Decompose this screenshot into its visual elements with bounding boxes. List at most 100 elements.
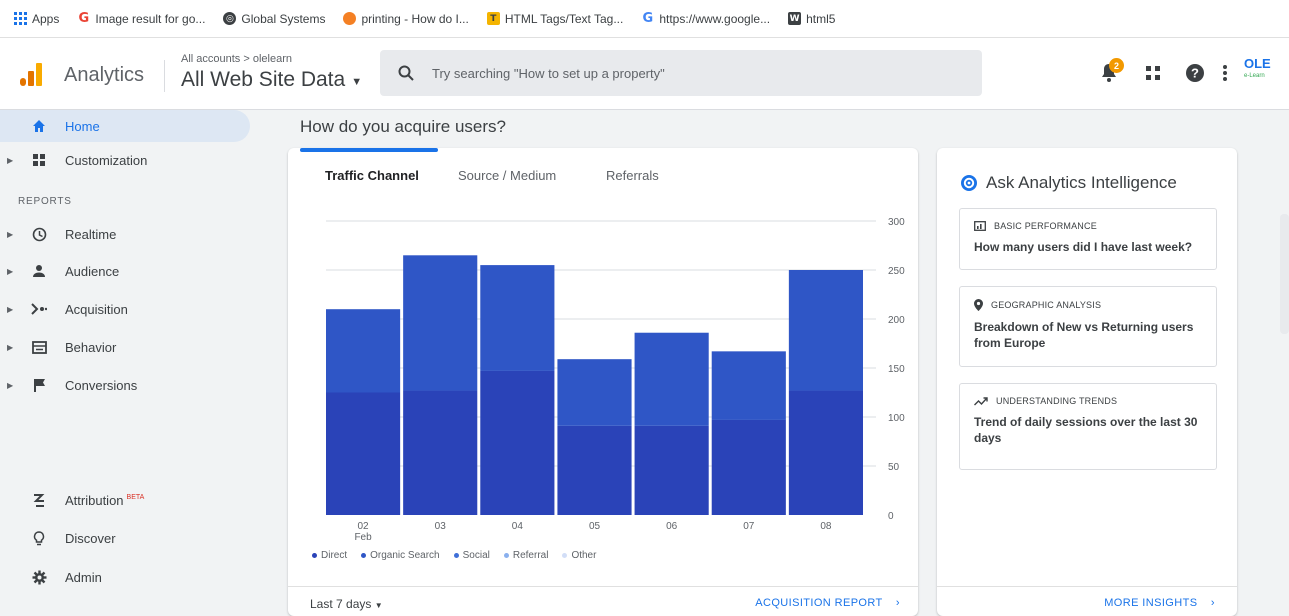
x-tick-label: 02 <box>358 521 370 532</box>
app-name: Analytics <box>64 64 145 86</box>
bar-organic-search <box>326 309 401 393</box>
flag-icon <box>30 376 48 394</box>
expand-arrow-icon: ▶ <box>7 155 14 165</box>
x-tick-label: 04 <box>512 521 524 532</box>
search-placeholder: Try searching "How to set up a property" <box>432 65 665 81</box>
bar-direct <box>557 425 632 515</box>
bookmark-apps[interactable]: Apps <box>14 12 59 26</box>
bookmark-label: HTML Tags/Text Tag... <box>504 11 624 26</box>
bar-organic-search <box>634 332 709 426</box>
legend-label: Direct <box>321 550 348 561</box>
sidebar-item-audience[interactable]: ▶ Audience <box>0 255 250 287</box>
search-input[interactable]: Try searching "How to set up a property" <box>380 50 982 96</box>
google-icon: G <box>78 11 90 26</box>
apps-grid-icon <box>14 12 27 25</box>
notification-badge: 2 <box>1109 58 1124 73</box>
insight-card[interactable]: GEOGRAPHIC ANALYSIS Breakdown of New vs … <box>959 286 1217 367</box>
apps-button[interactable] <box>1142 62 1164 84</box>
bar-organic-search <box>403 255 478 391</box>
globe-icon: ◎ <box>223 12 237 25</box>
property-name: All Web Site Data <box>181 68 346 91</box>
date-range-selector[interactable]: Last 7 days ▼ <box>310 597 383 611</box>
sidebar-item-label: Conversions <box>65 377 138 393</box>
sidebar-item-attribution[interactable]: Attribution BETA <box>0 484 250 516</box>
x-tick-label: 03 <box>435 521 447 532</box>
x-tick-label: Feb <box>354 532 372 543</box>
legend-swatch <box>312 553 317 558</box>
bookmark-google-url[interactable]: G https://www.google... <box>641 11 771 26</box>
bookmark-html-tags[interactable]: T HTML Tags/Text Tag... <box>486 11 624 26</box>
card-accent-bar <box>300 148 438 152</box>
tab-referrals[interactable]: Referrals <box>606 168 659 183</box>
legend-item[interactable]: Social <box>453 550 490 561</box>
sidebar-item-label-wrap: Attribution BETA <box>65 493 144 508</box>
behavior-icon <box>30 338 48 356</box>
bookmark-label: Global Systems <box>241 11 326 26</box>
legend-item[interactable]: Direct <box>312 550 347 561</box>
sidebar-item-discover[interactable]: Discover <box>0 522 250 554</box>
legend-item[interactable]: Referral <box>503 550 549 561</box>
legend-label: Organic Search <box>370 550 440 561</box>
sidebar-item-label: Acquisition <box>65 301 128 317</box>
scrollbar[interactable] <box>1280 214 1289 334</box>
sidebar-item-conversions[interactable]: ▶ Conversions <box>0 369 250 401</box>
more-insights-label: MORE INSIGHTS <box>1104 597 1198 609</box>
tab-traffic-channel[interactable]: Traffic Channel <box>325 168 419 183</box>
performance-icon <box>974 221 986 231</box>
account-avatar[interactable]: OLE e-Learn <box>1244 56 1271 82</box>
sidebar-item-label: Attribution <box>65 492 124 508</box>
sidebar-item-label: Behavior <box>65 339 117 355</box>
insight-category-text: UNDERSTANDING TRENDS <box>996 396 1118 406</box>
property-selector[interactable]: All Web Site Data ▼ <box>181 68 362 92</box>
analytics-logo-icon[interactable] <box>18 62 44 88</box>
acquisition-report-link[interactable]: ACQUISITION REPORT › <box>755 597 900 609</box>
legend-item[interactable]: Other <box>562 550 596 561</box>
bookmark-label: printing - How do I... <box>361 11 469 26</box>
insights-card-footer: MORE INSIGHTS › <box>937 586 1237 616</box>
bookmark-image-result[interactable]: G Image result for go... <box>77 11 206 26</box>
bar-direct <box>403 390 478 515</box>
y-tick-label: 200 <box>888 315 905 326</box>
intelligence-icon <box>961 175 977 191</box>
bookmark-html5[interactable]: W html5 <box>788 12 835 26</box>
more-insights-link[interactable]: MORE INSIGHTS › <box>1104 597 1215 609</box>
insight-category-text: GEOGRAPHIC ANALYSIS <box>991 300 1102 310</box>
more-vertical-icon <box>1223 65 1227 81</box>
y-tick-label: 250 <box>888 266 905 277</box>
sidebar-item-realtime[interactable]: ▶ Realtime <box>0 218 250 250</box>
bar-organic-search <box>480 265 555 371</box>
sidebar-item-customization[interactable]: ▶ Customization <box>0 144 250 176</box>
clock-icon <box>30 225 48 243</box>
bar-organic-search <box>557 359 632 426</box>
bookmark-global-systems[interactable]: ◎ Global Systems <box>223 12 325 26</box>
legend-item[interactable]: Organic Search <box>361 550 440 561</box>
y-tick-label: 300 <box>888 217 905 228</box>
legend-label: Referral <box>512 550 549 561</box>
sidebar-item-acquisition[interactable]: ▶ Acquisition <box>0 293 250 325</box>
sidebar-item-label: Home <box>65 118 100 134</box>
notifications-button[interactable]: 2 <box>1098 58 1124 84</box>
bookmark-label: Apps <box>32 11 60 26</box>
bar-direct <box>634 425 709 515</box>
bar-organic-search <box>711 351 786 420</box>
insight-card[interactable]: UNDERSTANDING TRENDS Trend of daily sess… <box>959 383 1217 470</box>
sidebar-item-admin[interactable]: Admin <box>0 561 250 593</box>
insight-question: Breakdown of New vs Returning users from… <box>974 320 1194 350</box>
x-tick-label: 06 <box>666 521 678 532</box>
traffic-chart: 0 50 100 150 200 250 300 02Feb 03 04 05 06 07 08 <box>326 217 905 543</box>
breadcrumb[interactable]: All accounts > olelearn <box>181 53 292 65</box>
help-button[interactable]: ? <box>1184 62 1206 84</box>
sidebar-item-behavior[interactable]: ▶ Behavior <box>0 331 250 363</box>
sidebar-item-home[interactable]: Home <box>0 110 250 142</box>
bookmark-printing[interactable]: printing - How do I... <box>343 11 469 26</box>
insight-card[interactable]: BASIC PERFORMANCE How many users did I h… <box>959 208 1217 270</box>
insight-category: UNDERSTANDING TRENDS <box>974 396 1202 406</box>
more-options-button[interactable] <box>1214 62 1236 84</box>
tab-source-medium[interactable]: Source / Medium <box>458 168 556 183</box>
expand-arrow-icon: ▶ <box>7 266 14 276</box>
trend-icon <box>974 396 988 405</box>
app-header: Analytics All accounts > olelearn All We… <box>0 38 1289 110</box>
account-logo-text: OLE <box>1244 56 1271 71</box>
expand-arrow-icon: ▶ <box>7 380 14 390</box>
svg-text:?: ? <box>1191 66 1199 81</box>
